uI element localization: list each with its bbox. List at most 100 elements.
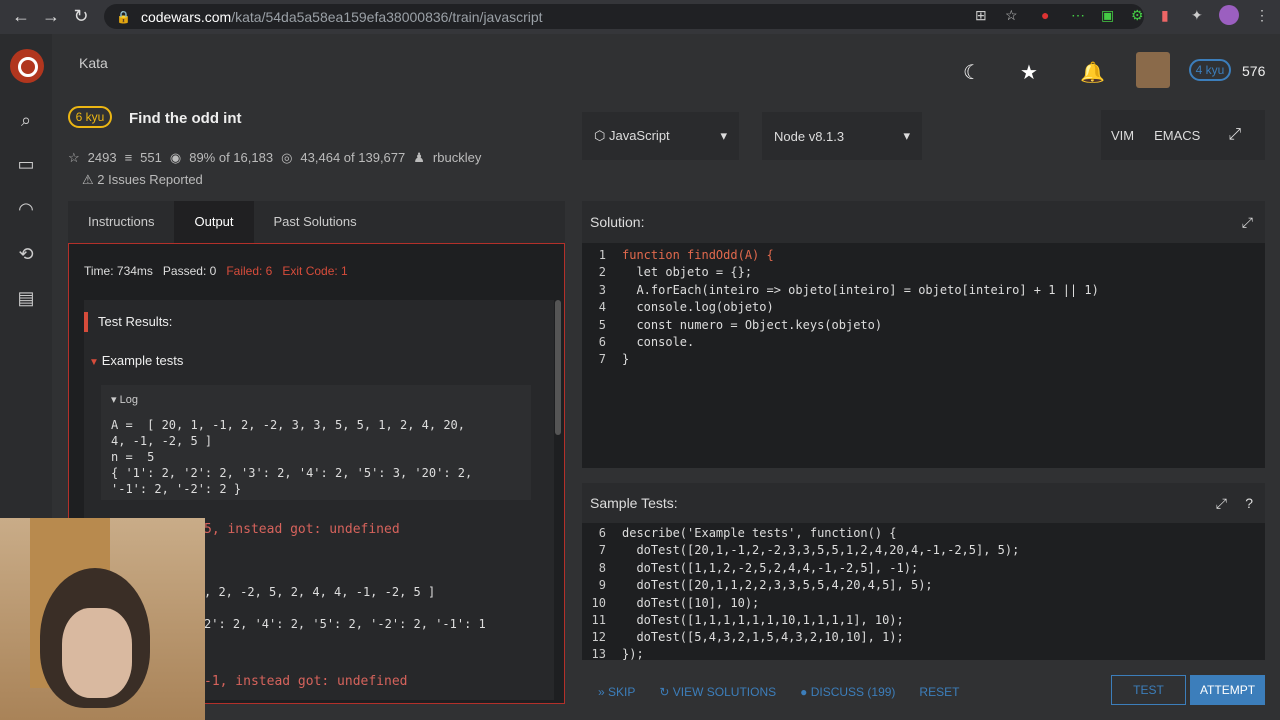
test-results-title: Test Results: [84,312,172,332]
avatar[interactable] [1136,52,1170,88]
solution-title: Solution: [590,214,645,230]
bell-icon[interactable]: 🔔 [1080,60,1105,85]
log-toggle[interactable]: ▾ Log [111,393,138,406]
chat-icon[interactable]: ▤ [15,288,37,310]
star-icon: ☆ [68,150,80,165]
warning-icon: ⚠ [82,172,98,187]
attempt-button[interactable]: ATTEMPT [1190,675,1265,705]
line-number: 12 [591,630,606,644]
difficulty-badge: 6 kyu [68,106,112,128]
chevron-down-icon: ▾ [720,128,727,143]
comment-icon: ● [800,685,811,699]
language-select[interactable]: ⬡ JavaScript ▾ [582,112,739,160]
line-number: 9 [598,578,606,592]
browser-toolbar: ← → ↻ 🔒 codewars.com /kata/54da5a58ea159… [0,0,1280,34]
extension-icon[interactable]: ⋯ [1071,7,1085,24]
panel-tabs: Instructions Output Past Solutions [68,201,565,243]
code-line: doTest([20,1,-1,2,-2,3,3,5,5,1,2,4,20,4,… [622,543,1020,557]
menu-icon[interactable]: ⋮ [1255,7,1269,24]
log-label: Log [119,394,138,406]
example-tests-toggle[interactable]: ▼ Example tests [89,353,183,368]
line-number: 6 [598,335,606,349]
line-number: 1 [598,248,606,262]
line-number: 3 [598,283,606,297]
repeat-icon[interactable]: ⟲ [15,244,37,266]
code-line: }); [622,647,644,660]
code-line: const numero = Object.keys(objeto) [622,318,883,332]
run-time: Time: 734ms [84,264,153,278]
view-solutions-label: VIEW SOLUTIONS [672,685,777,699]
honor-score: 576 [1242,63,1266,79]
reload-icon[interactable]: ↻ [66,6,96,27]
code-line: doTest([1,1,2,-2,5,2,4,4,-1,-2,5], -1); [622,561,919,575]
bookmark-star-icon[interactable]: ☆ [1005,7,1018,24]
fullscreen-icon[interactable]: ⤢ [1228,126,1241,144]
output-scrollbar[interactable] [555,300,561,435]
log-partial-line: , 2, -2, 5, 2, 4, 4, -1, -2, 5 ] [204,585,436,599]
skip-button[interactable]: » SKIP [590,685,643,699]
search-icon[interactable]: ⌕ [15,110,37,132]
address-bar[interactable]: 🔒 codewars.com /kata/54da5a58ea159efa380… [104,4,1144,29]
url-domain: codewars.com [140,8,232,25]
discuss-button[interactable]: ● DISCUSS (199) [792,685,903,699]
kata-stats: ☆ 2493 ≡ 551 ◉ 89% of 16,183 ◎ 43,464 of 139… [68,150,481,166]
extension-icon[interactable]: ⚙ [1131,7,1144,24]
reset-button[interactable]: RESET [911,685,967,699]
author[interactable]: rbuckley [433,150,481,166]
sample-tests-editor[interactable]: 6 7 8 9 10 11 12 13 describe('Example te… [582,523,1265,660]
triangle-down-icon: ▼ [89,357,102,368]
test-button[interactable]: TEST [1111,675,1186,705]
issues-link[interactable]: ⚠ 2 Issues Reported [82,172,203,188]
rss-icon[interactable]: ◠ [15,199,37,221]
test-failure-message: -1, instead got: undefined [204,674,408,689]
back-icon[interactable]: ← [6,6,36,27]
code-line: console. [622,335,695,349]
code-line: let objeto = {}; [622,265,753,279]
book-icon[interactable]: ▭ [15,154,37,176]
skip-icon: » [598,685,609,699]
expand-icon[interactable]: ⤢ [1216,483,1227,523]
vim-button[interactable]: VIM [1111,128,1134,143]
forward-icon[interactable]: → [36,6,66,27]
webcam-overlay [0,518,205,720]
line-number: 7 [598,543,606,557]
exit-code: Exit Code: 1 [282,264,348,278]
help-icon[interactable]: ? [1245,483,1253,523]
rank-badge: 4 kyu [1189,59,1231,81]
bookmark-icon[interactable]: ★ [1020,60,1038,85]
collections-count: 551 [140,150,162,165]
tab-output[interactable]: Output [174,201,254,243]
log-output: A = [ 20, 1, -1, 2, -2, 3, 3, 5, 5, 1, 2… [111,418,473,496]
view-solutions-button[interactable]: ↻ VIEW SOLUTIONS [651,685,784,699]
line-number: 6 [598,526,606,540]
code-line: } [622,352,630,366]
version-label: Node v8.1.3 [774,128,845,144]
emacs-button[interactable]: EMACS [1154,128,1200,143]
tab-instructions[interactable]: Instructions [68,201,174,243]
line-number: 7 [598,352,606,366]
profile-avatar[interactable] [1219,5,1239,25]
example-tests-label: Example tests [101,353,184,368]
code-line: doTest([20,1,1,2,2,3,3,5,5,4,20,4,5], 5)… [622,578,933,592]
expand-icon[interactable]: ⤢ [1242,201,1253,243]
line-number: 4 [598,300,606,314]
log-box: ▾ Log A = [ 20, 1, -1, 2, -2, 3, 3, 5, 5… [101,385,531,500]
puzzle-icon[interactable]: ✦ [1191,7,1203,24]
moon-icon[interactable]: ☾ [963,60,981,85]
skip-label: SKIP [608,685,636,699]
tab-past-solutions[interactable]: Past Solutions [254,201,377,243]
extension-icon[interactable]: ▮ [1161,7,1169,24]
version-select[interactable]: Node v8.1.3 ▾ [762,112,922,160]
solution-header: Solution: ⤢ [582,201,1265,243]
user-icon: ♟ [413,150,425,165]
line-number: 11 [591,613,606,627]
solution-editor[interactable]: 1 2 3 4 5 6 7 function findOdd(A) { let … [582,243,1265,468]
extension-icon[interactable]: ▣ [1101,7,1114,24]
collection-icon: ≡ [124,150,133,165]
code-line: doTest([10], 10); [622,596,760,610]
extension-icon[interactable]: ● [1041,7,1049,23]
satisfaction: 89% of 16,183 [189,150,274,165]
translate-icon[interactable]: ⊞ [975,7,987,24]
run-summary: Time: 734ms Passed: 0 Failed: 6 Exit Cod… [84,264,348,278]
codewars-logo[interactable] [10,49,44,83]
